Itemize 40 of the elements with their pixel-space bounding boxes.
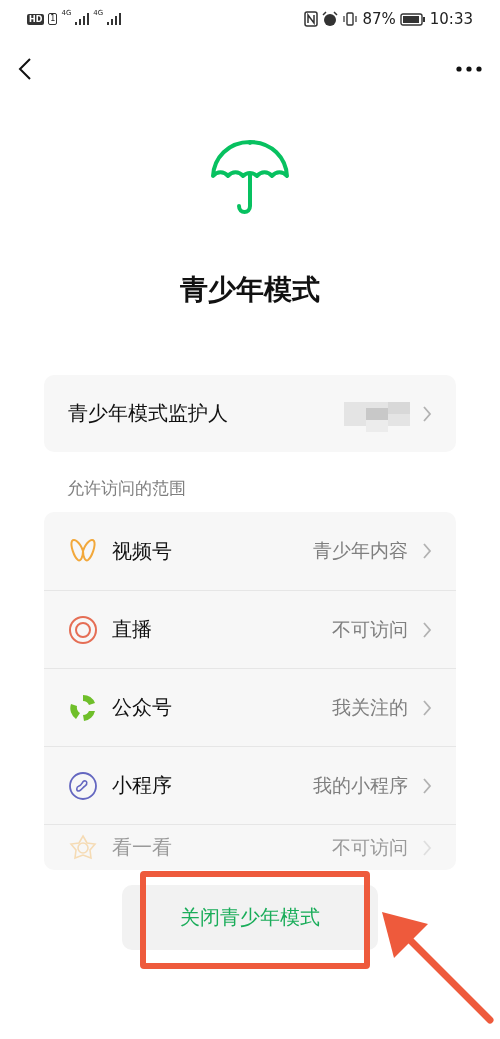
- scope-item[interactable]: 视频号 青少年内容: [44, 512, 456, 590]
- more-icon[interactable]: [456, 66, 482, 72]
- clock-time: 10:33: [429, 10, 473, 28]
- chevron-icon: [422, 404, 432, 423]
- sim-indicator: 1: [48, 13, 58, 25]
- nfc-icon: [304, 11, 319, 27]
- item-label: 看一看: [112, 834, 173, 861]
- chevron-icon: [422, 776, 432, 795]
- scope-item[interactable]: 小程序 我的小程序: [44, 746, 456, 824]
- link-icon: [68, 770, 98, 801]
- hd-indicator: HD: [27, 13, 45, 25]
- item-value: 不可访问: [332, 616, 408, 642]
- chevron-icon: [422, 698, 432, 717]
- item-value: 我关注的: [332, 694, 408, 720]
- rings-icon: [68, 614, 98, 645]
- item-value: 不可访问: [332, 834, 408, 860]
- chevron-icon: [422, 838, 432, 857]
- guardian-item[interactable]: 青少年模式监护人: [44, 375, 456, 452]
- scope-item[interactable]: 公众号 我关注的: [44, 668, 456, 746]
- scope-item[interactable]: 直播 不可访问: [44, 590, 456, 668]
- item-label: 视频号: [112, 537, 173, 565]
- item-label: 公众号: [112, 694, 173, 721]
- umbrella-icon: [210, 138, 290, 216]
- chevron-icon: [422, 542, 432, 560]
- item-value: 我的小程序: [313, 772, 408, 798]
- item-value: 青少年内容: [313, 538, 408, 563]
- vibrate-icon: [342, 11, 359, 27]
- back-icon[interactable]: [18, 57, 32, 81]
- signal-icon: [75, 13, 90, 25]
- item-label: 直播: [112, 616, 153, 643]
- signal-icon: [107, 13, 122, 25]
- item-label: 小程序: [112, 772, 173, 799]
- section-label: 允许访问的范围: [67, 477, 187, 500]
- page-title: 青少年模式: [179, 272, 321, 308]
- battery-percent: 87%: [362, 10, 396, 28]
- item-label: 青少年模式监护人: [68, 400, 229, 427]
- chevron-icon: [422, 620, 432, 639]
- alarm-icon: [322, 11, 339, 27]
- battery-icon: [399, 12, 426, 26]
- swirl-icon: [68, 692, 98, 723]
